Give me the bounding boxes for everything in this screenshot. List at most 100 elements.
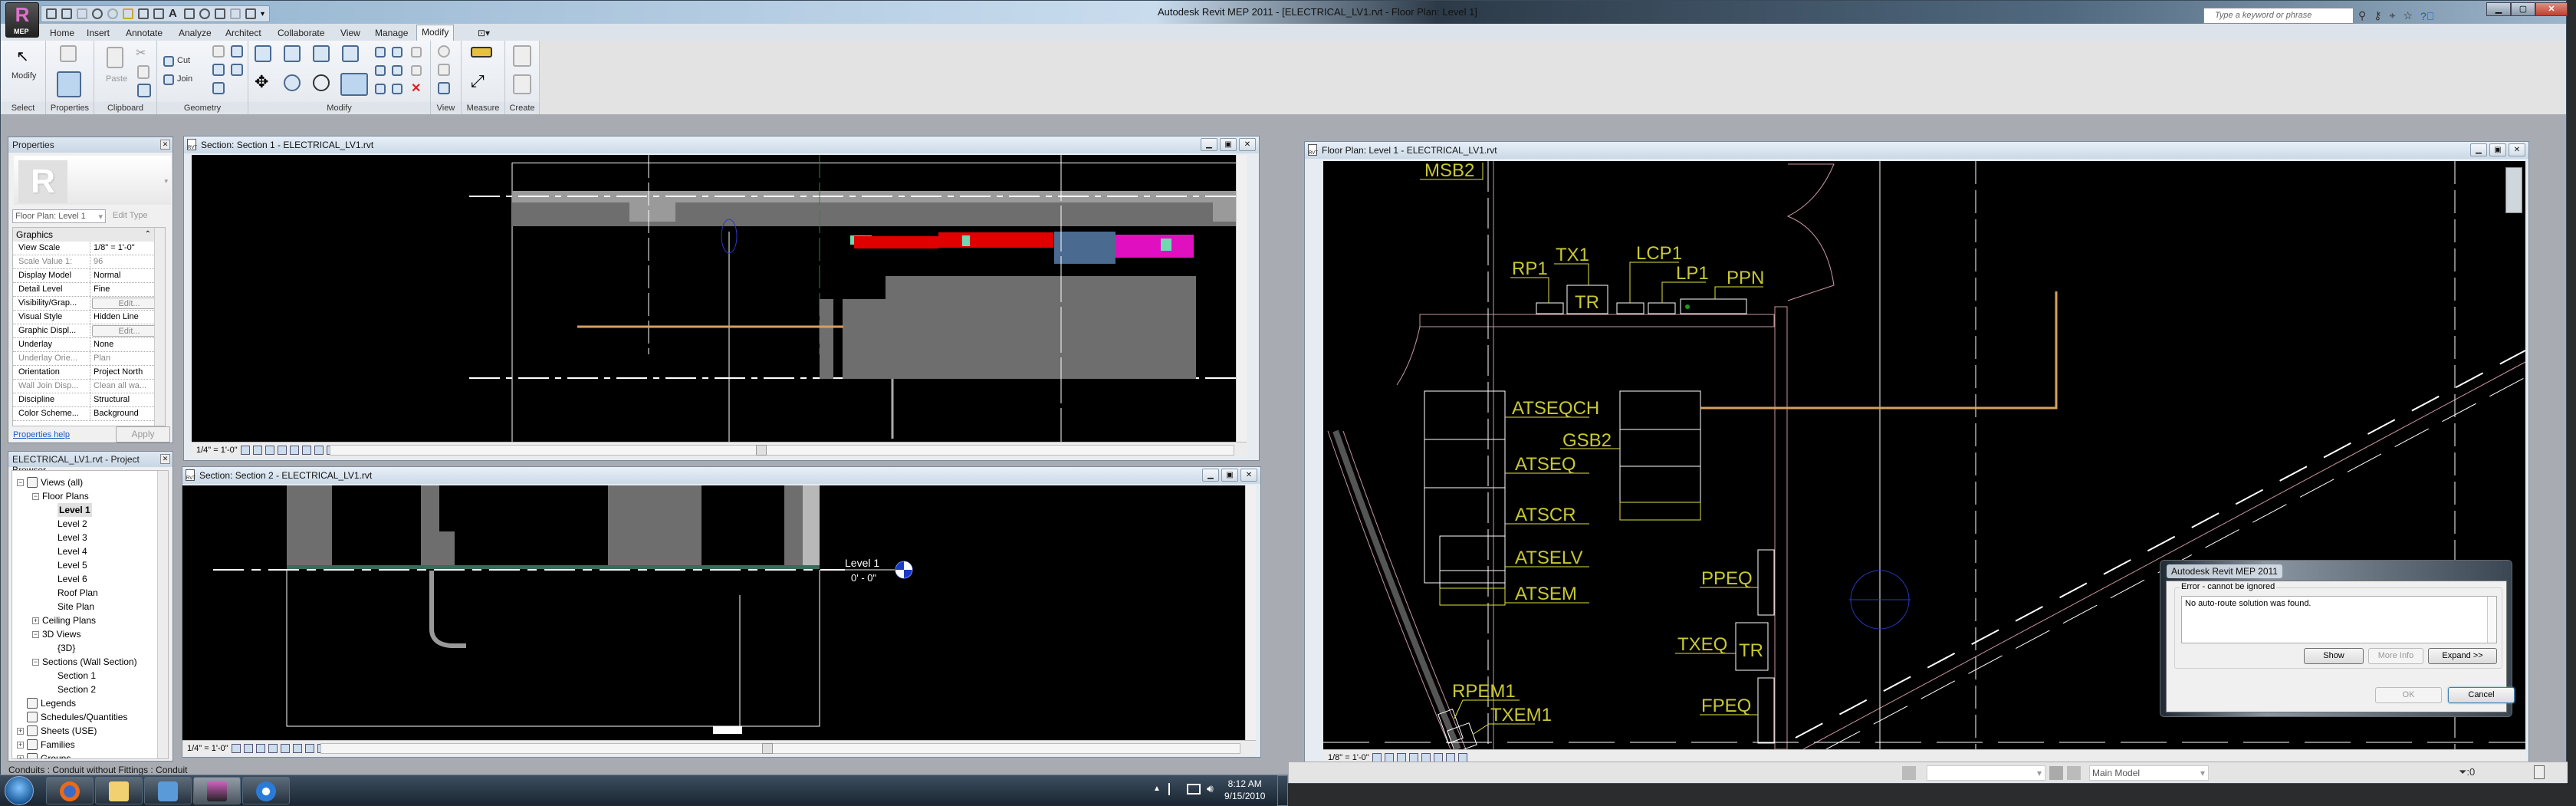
delete-icon[interactable]: ✕ bbox=[411, 82, 428, 99]
expand-icon[interactable]: + bbox=[17, 741, 24, 748]
temporary-hide-icon[interactable] bbox=[1445, 752, 1455, 762]
property-row[interactable]: Underlay None bbox=[13, 338, 165, 352]
crop-view-icon[interactable] bbox=[280, 743, 290, 753]
view-scale-button[interactable]: 1/4" = 1'-0" bbox=[187, 744, 228, 753]
switch-windows-icon[interactable] bbox=[245, 8, 256, 19]
detail-level-icon[interactable] bbox=[1372, 752, 1382, 762]
panel-lp1[interactable] bbox=[1648, 302, 1676, 314]
view-restore-button[interactable]: ▣ bbox=[1221, 469, 1238, 482]
shadows-icon[interactable] bbox=[1408, 752, 1418, 762]
show-button[interactable]: Show bbox=[2304, 648, 2364, 664]
section-icon[interactable] bbox=[199, 8, 210, 19]
close-browser-button[interactable]: ✕ bbox=[160, 454, 170, 464]
crop-view-icon[interactable] bbox=[1421, 752, 1431, 762]
view-restore-button[interactable]: ▣ bbox=[1220, 138, 1237, 151]
tag-atscr[interactable]: ATSCR bbox=[1515, 505, 1576, 525]
tag-lp1[interactable]: LP1 bbox=[1676, 263, 1709, 284]
design-option-dropdown[interactable]: Main Model ▾ bbox=[2089, 765, 2209, 781]
property-row[interactable]: Color Scheme... Background bbox=[13, 407, 165, 421]
binoculars-icon[interactable]: ⚲ bbox=[2358, 9, 2366, 22]
property-edit-button[interactable]: Edit... bbox=[92, 298, 163, 309]
tag-gsb2[interactable]: GSB2 bbox=[1562, 430, 1612, 451]
tag-ppn[interactable]: PPN bbox=[1727, 268, 1764, 288]
properties-scrollbar[interactable] bbox=[154, 228, 165, 426]
apply-button[interactable]: Apply bbox=[116, 426, 170, 442]
press-drag-icon[interactable] bbox=[2534, 765, 2545, 779]
view-minimize-button[interactable]: ▁ bbox=[2470, 143, 2487, 156]
close-properties-button[interactable]: ✕ bbox=[160, 140, 170, 150]
copy-element-icon[interactable] bbox=[284, 74, 301, 91]
browser-item[interactable]: − Floor Plans bbox=[32, 489, 89, 503]
maximize-button[interactable]: ▢ bbox=[2511, 2, 2535, 16]
join-geometry-icon[interactable] bbox=[163, 74, 174, 85]
tag-atsem[interactable]: ATSEM bbox=[1515, 584, 1577, 604]
tab-view[interactable]: View bbox=[336, 26, 365, 40]
view-title-bar[interactable]: RVT Section: Section 1 - ELECTRICAL_LV1.r… bbox=[184, 137, 1259, 153]
tab-insert[interactable]: Insert bbox=[82, 26, 114, 40]
tab-manage[interactable]: Manage bbox=[370, 26, 412, 40]
ribbon-minimize-toggle[interactable]: ⊡▾ bbox=[473, 26, 495, 40]
horizontal-scrollbar[interactable] bbox=[330, 445, 1234, 456]
tag-atseq[interactable]: ATSEQ bbox=[1515, 454, 1576, 475]
panel-fpeq[interactable] bbox=[1757, 677, 1775, 744]
property-row[interactable]: Scale Value 1: 96 bbox=[13, 255, 165, 269]
tab-architect[interactable]: Architect bbox=[221, 26, 266, 40]
taskbar-firefox[interactable] bbox=[46, 777, 94, 804]
split-with-gap-icon[interactable] bbox=[392, 47, 402, 58]
pin-icon[interactable] bbox=[411, 65, 422, 76]
temporary-hide-icon[interactable] bbox=[314, 445, 324, 455]
network-icon[interactable] bbox=[1187, 784, 1201, 794]
property-row[interactable]: Graphic Displ... Edit... bbox=[13, 324, 165, 338]
browser-item[interactable]: Legends bbox=[27, 696, 76, 710]
tab-home[interactable]: Home bbox=[45, 26, 79, 40]
switchboard-gsb2[interactable] bbox=[1619, 390, 1701, 521]
open-icon[interactable] bbox=[46, 8, 57, 19]
create-group-icon[interactable] bbox=[513, 74, 531, 94]
view-minimize-button[interactable]: ▁ bbox=[1202, 469, 1219, 482]
property-row[interactable]: Detail Level Fine bbox=[13, 283, 165, 297]
message-scrollbar[interactable] bbox=[2487, 597, 2496, 643]
expand-icon[interactable]: + bbox=[17, 755, 24, 758]
property-edit-button[interactable]: Edit... bbox=[92, 325, 163, 337]
close-button[interactable]: ✕ bbox=[2535, 2, 2568, 16]
browser-item[interactable]: − Views (all) bbox=[17, 475, 83, 489]
property-row[interactable]: View Scale 1/8" = 1'-0" bbox=[13, 242, 165, 255]
temporary-hide-icon[interactable] bbox=[304, 743, 314, 753]
redo-icon[interactable] bbox=[107, 8, 118, 19]
help-icon[interactable]: ?⃝ bbox=[2420, 10, 2434, 22]
modify-cursor-icon[interactable]: ↖ bbox=[16, 47, 33, 65]
modify-tool[interactable]: Modify bbox=[12, 71, 36, 81]
ok-button[interactable]: OK bbox=[2375, 687, 2442, 703]
expand-icon[interactable]: + bbox=[17, 727, 24, 735]
show-crop-icon[interactable] bbox=[1433, 752, 1443, 762]
shadows-icon[interactable] bbox=[268, 743, 278, 753]
type-selector[interactable]: Floor Plan: Level 1 ▾ bbox=[12, 209, 106, 223]
thin-lines-icon[interactable] bbox=[215, 8, 225, 19]
view-title-bar[interactable]: RVT Section: Section 2 - ELECTRICAL_LV1.r… bbox=[182, 467, 1260, 484]
align-icon[interactable] bbox=[255, 45, 271, 62]
property-row[interactable]: Visibility/Grap... Edit... bbox=[13, 297, 165, 311]
navigation-bar[interactable] bbox=[2505, 167, 2522, 213]
action-center-flag-icon[interactable] bbox=[1168, 783, 1179, 795]
more-info-button[interactable]: More Info bbox=[2368, 648, 2423, 664]
measure-distance-icon[interactable] bbox=[471, 47, 492, 58]
browser-item[interactable]: Level 2 bbox=[58, 517, 87, 531]
scroll-thumb[interactable] bbox=[762, 743, 773, 754]
browser-item[interactable]: {3D} bbox=[58, 641, 75, 655]
paste-button[interactable]: Paste bbox=[106, 74, 127, 84]
browser-item[interactable]: + Families bbox=[17, 738, 75, 752]
collapse-icon[interactable]: − bbox=[32, 658, 39, 666]
view-scale-button[interactable]: 1/8" = 1'-0" bbox=[1328, 753, 1369, 762]
start-button[interactable] bbox=[5, 776, 34, 805]
taskbar-explorer[interactable] bbox=[95, 777, 143, 804]
trim-extend-corner-icon[interactable] bbox=[340, 73, 368, 96]
tag-ppeq[interactable]: PPEQ bbox=[1701, 568, 1753, 589]
trim-extend-multiple-icon[interactable] bbox=[392, 84, 402, 94]
collapse-icon[interactable]: − bbox=[32, 630, 39, 638]
paste-icon[interactable] bbox=[107, 47, 123, 68]
ats-stack[interactable] bbox=[1424, 390, 1506, 584]
taskbar-internet-explorer[interactable] bbox=[242, 777, 290, 804]
browser-item[interactable]: Level 4 bbox=[58, 544, 87, 558]
expand-button[interactable]: Expand >> bbox=[2428, 648, 2497, 664]
move-icon[interactable]: ✥ bbox=[255, 74, 271, 91]
